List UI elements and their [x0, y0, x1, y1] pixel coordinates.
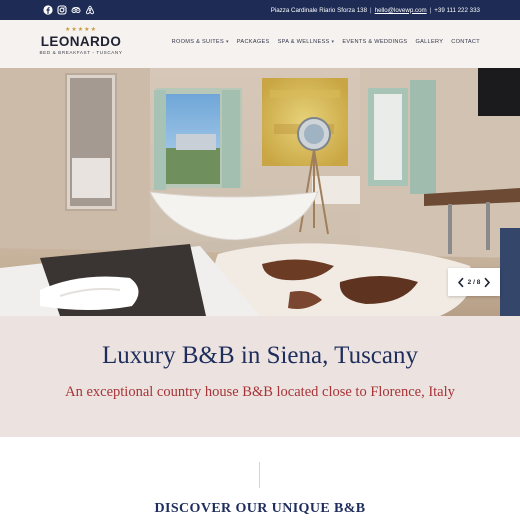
instagram-icon[interactable] — [57, 5, 67, 15]
hero-slider[interactable]: 2 / 8 — [0, 68, 520, 316]
tripadvisor-icon[interactable] — [71, 5, 81, 15]
nav-item-events-weddings[interactable]: EVENTS & WEDDINGS — [342, 39, 407, 45]
nav-item-packages[interactable]: PACKAGES — [237, 39, 270, 45]
main-nav: ROOMS & SUITES ▾ PACKAGES SPA & WELLNESS… — [172, 39, 480, 45]
chevron-down-icon: ▾ — [225, 39, 229, 45]
site-logo[interactable]: ★★★★★ LEONARDO BED & BREAKFAST - TUSCANY — [36, 26, 126, 64]
airbnb-icon[interactable] — [85, 5, 95, 15]
nav-item-label: CONTACT — [451, 39, 480, 45]
nav-item-label: EVENTS & WEDDINGS — [342, 39, 408, 45]
divider — [259, 462, 260, 488]
chevron-left-icon[interactable] — [456, 275, 466, 289]
chevron-down-icon: ▾ — [331, 39, 335, 45]
nav-item-label: PACKAGES — [236, 39, 270, 45]
top-bar: Piazza Cardinale Riario Sforza 138 | hel… — [0, 0, 520, 20]
page-title: Luxury B&B in Siena, Tuscany — [102, 342, 418, 369]
hero-image — [0, 68, 520, 316]
nav-item-label: GALLERY — [415, 39, 444, 45]
nav-item-label: ROOMS & SUITES — [171, 39, 224, 45]
separator: | — [429, 6, 432, 14]
contact-info: Piazza Cardinale Riario Sforza 138 | hel… — [271, 0, 480, 20]
nav-item-label: SPA & WELLNESS — [277, 39, 330, 45]
logo-name: LEONARDO — [40, 34, 122, 49]
intro-section: Luxury B&B in Siena, Tuscany An exceptio… — [0, 316, 520, 437]
chevron-right-icon[interactable] — [482, 275, 492, 289]
site-header: ★★★★★ LEONARDO BED & BREAKFAST - TUSCANY… — [0, 20, 520, 68]
facebook-icon[interactable] — [43, 5, 53, 15]
section-heading: DISCOVER OUR UNIQUE B&B — [154, 501, 366, 516]
nav-item-gallery[interactable]: GALLERY — [415, 39, 443, 45]
nav-item-contact[interactable]: CONTACT — [451, 39, 480, 45]
logo-tagline: BED & BREAKFAST - TUSCANY — [39, 50, 123, 55]
address-text: Piazza Cardinale Riario Sforza 138 — [270, 6, 368, 14]
email-link[interactable]: hello@lovewp.com — [375, 7, 427, 14]
nav-item-spa-wellness[interactable]: SPA & WELLNESS ▾ — [278, 39, 335, 45]
rating-stars: ★★★★★ — [65, 27, 97, 33]
separator: | — [370, 6, 372, 14]
slide-counter: 2 / 8 — [467, 278, 481, 286]
nav-item-rooms-suites[interactable]: ROOMS & SUITES ▾ — [172, 39, 229, 45]
page-subtitle: An exceptional country house B&B located… — [65, 384, 455, 400]
phone-link[interactable]: +39 111 222 333 — [434, 7, 480, 14]
slider-controls: 2 / 8 — [448, 268, 500, 296]
